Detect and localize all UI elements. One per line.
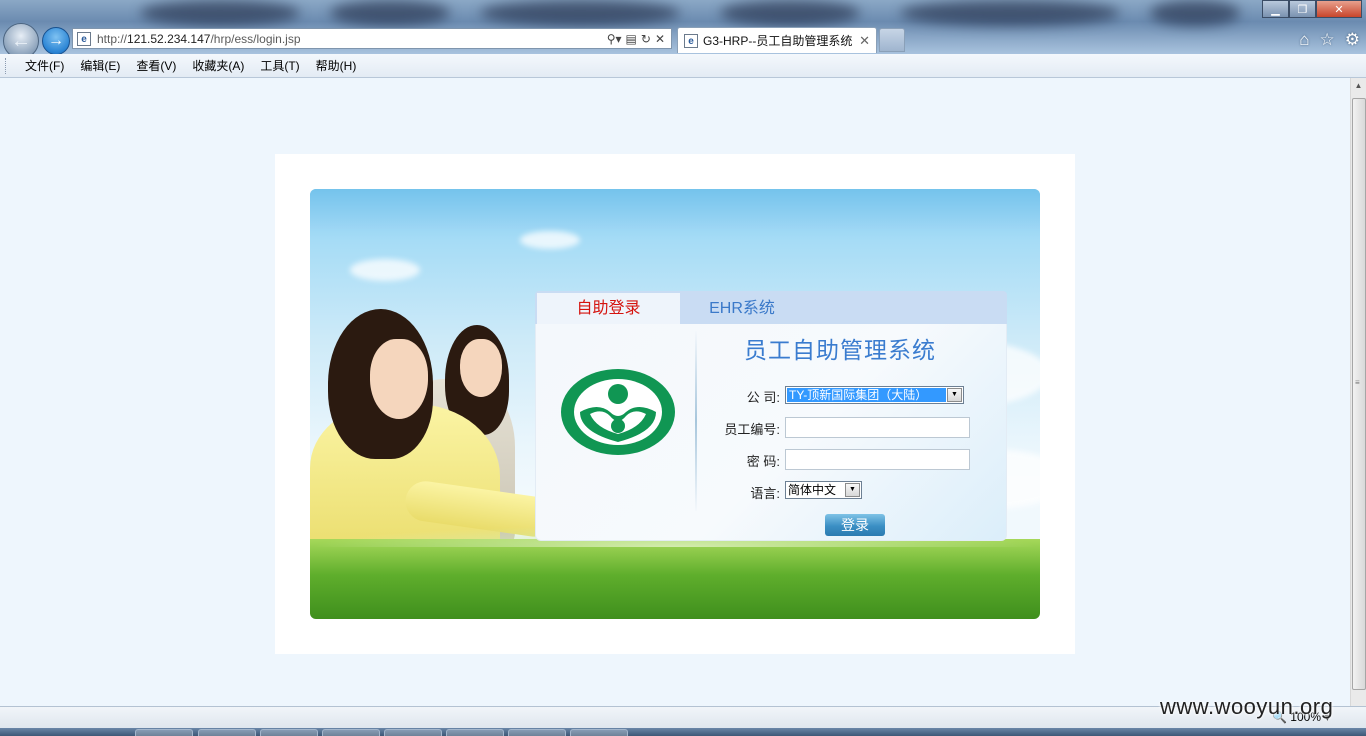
menu-file[interactable]: 文件(F): [17, 57, 72, 74]
login-tabs: 自助登录 EHR系统: [535, 291, 1007, 324]
company-select-value: TY-顶新国际集团（大陆）: [787, 388, 946, 402]
employee-id-input[interactable]: [785, 417, 970, 438]
language-select-value: 简体中文: [788, 483, 837, 497]
tab-ehr-system[interactable]: EHR系统: [680, 293, 804, 324]
password-label: 密 码:: [746, 454, 780, 469]
cloud-decoration: [520, 231, 580, 249]
compat-view-icon[interactable]: ▤: [626, 32, 637, 46]
company-label: 公 司:: [746, 390, 780, 405]
menu-favorites[interactable]: 收藏夹(A): [184, 57, 252, 74]
menu-help[interactable]: 帮助(H): [308, 57, 365, 74]
tab-favicon-icon: e: [684, 33, 698, 48]
favorites-star-icon[interactable]: ☆: [1320, 30, 1335, 50]
taskbar-item[interactable]: [508, 729, 566, 736]
close-window-button[interactable]: ✕: [1316, 0, 1362, 18]
home-icon[interactable]: ⌂: [1299, 30, 1309, 50]
taskbar-item[interactable]: [446, 729, 504, 736]
taskbar-item[interactable]: [322, 729, 380, 736]
browser-tab[interactable]: e G3-HRP--员工自助管理系统 ✕: [677, 27, 877, 53]
company-logo-icon: [560, 368, 676, 459]
scroll-up-icon[interactable]: ▲: [1351, 78, 1366, 94]
language-select[interactable]: 简体中文 ▼: [785, 481, 862, 499]
scroll-grip-icon: ≡: [1355, 378, 1360, 387]
menu-edit[interactable]: 编辑(E): [72, 57, 128, 74]
menu-bar: 文件(F) 编辑(E) 查看(V) 收藏夹(A) 工具(T) 帮助(H): [0, 54, 1366, 78]
grass-decoration: [310, 525, 1040, 619]
login-panel: 自助登录 EHR系统 员工自助管理系统 公 司: TY-顶新国际集团（大陆） ▼…: [535, 291, 1008, 541]
chevron-down-icon[interactable]: ▼: [845, 483, 860, 497]
url-path: /hrp/ess/login.jsp: [210, 31, 301, 46]
new-tab-button[interactable]: [879, 28, 905, 52]
tools-gear-icon[interactable]: ⚙: [1345, 30, 1360, 50]
menu-tools[interactable]: 工具(T): [252, 57, 307, 74]
maximize-button[interactable]: ❐: [1289, 0, 1316, 18]
search-icon[interactable]: ⚲▾: [607, 32, 622, 46]
back-arrow-icon: ←: [11, 29, 31, 52]
close-tab-icon[interactable]: ✕: [859, 33, 870, 49]
cloud-decoration: [350, 259, 420, 281]
tab-self-service-login[interactable]: 自助登录: [537, 293, 680, 324]
taskbar-item[interactable]: [260, 729, 318, 736]
page-viewport: 自助登录 EHR系统 员工自助管理系统 公 司: TY-顶新国际集团（大陆） ▼…: [0, 78, 1350, 706]
chevron-down-icon[interactable]: ▼: [947, 388, 962, 402]
system-title: 员工自助管理系统: [744, 337, 936, 363]
minimize-button[interactable]: ▁: [1262, 0, 1289, 18]
forward-arrow-icon: →: [48, 32, 64, 49]
browser-title-bar: ▁ ❐ ✕ ← → e http://121.52.234.147/hrp/es…: [0, 0, 1366, 54]
sky-band: [310, 189, 1040, 229]
refresh-icon[interactable]: ↻: [641, 32, 651, 46]
address-url[interactable]: http://121.52.234.147/hrp/ess/login.jsp: [97, 32, 607, 46]
menu-view[interactable]: 查看(V): [128, 57, 184, 74]
scroll-thumb[interactable]: [1352, 98, 1366, 690]
login-button[interactable]: 登录: [825, 514, 885, 536]
stop-icon[interactable]: ✕: [655, 32, 665, 46]
watermark: www.wooyun.org: [1160, 694, 1334, 719]
company-select[interactable]: TY-顶新国际集团（大陆） ▼: [785, 386, 964, 404]
employee-id-label: 员工编号:: [724, 422, 780, 437]
password-input[interactable]: [785, 449, 970, 470]
language-label: 语言:: [750, 486, 780, 501]
os-taskbar: [0, 728, 1366, 736]
taskbar-item[interactable]: [570, 729, 628, 736]
page-favicon-icon: e: [77, 31, 91, 46]
address-bar[interactable]: e http://121.52.234.147/hrp/ess/login.js…: [72, 28, 672, 49]
forward-button[interactable]: →: [42, 27, 70, 54]
taskbar-item[interactable]: [198, 729, 256, 736]
back-button[interactable]: ←: [3, 23, 39, 54]
url-host: 121.52.234.147: [127, 31, 211, 46]
taskbar-item[interactable]: [384, 729, 442, 736]
url-prefix: http://: [97, 31, 128, 46]
menu-grip: [5, 57, 9, 74]
window-controls: ▁ ❐ ✕: [1262, 0, 1362, 18]
vertical-scrollbar[interactable]: ▲ ≡: [1350, 78, 1366, 706]
taskbar-item[interactable]: [135, 729, 193, 736]
tab-title: G3-HRP--员工自助管理系统: [703, 34, 853, 48]
